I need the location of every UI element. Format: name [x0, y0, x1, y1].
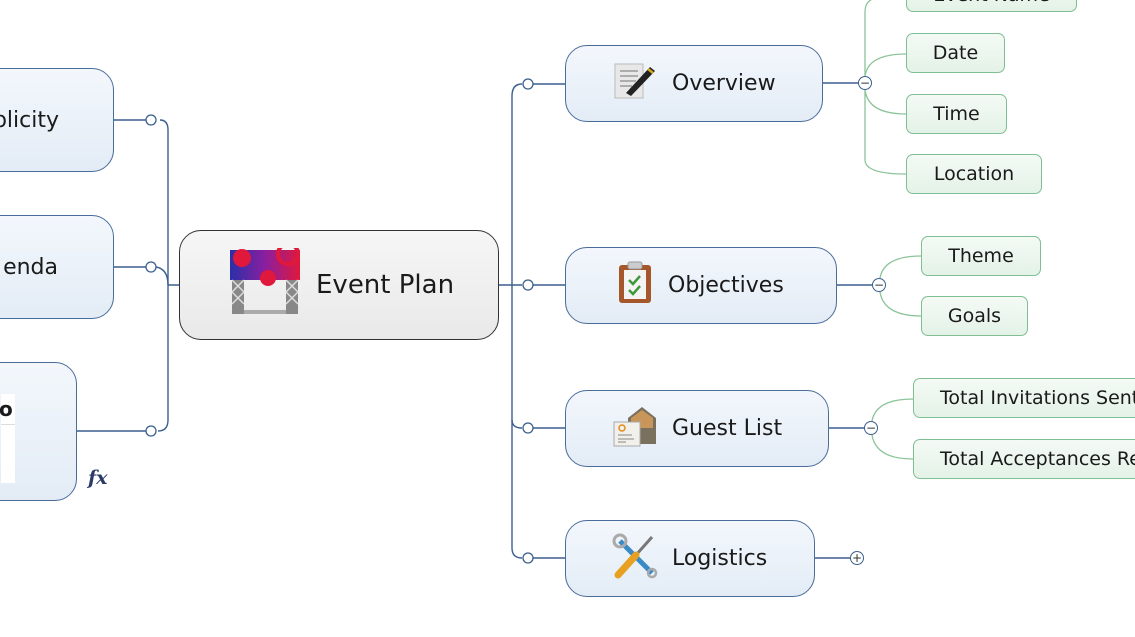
expand-toggle-logistics[interactable]: + [850, 551, 864, 565]
joint-bottom-left [145, 425, 157, 437]
event-stage-icon [228, 241, 302, 323]
subtopic-event-name[interactable]: Event Name [906, 0, 1077, 12]
topic-label: enda [3, 254, 58, 280]
connector-right-trunk [499, 83, 523, 559]
joint-objectives [522, 279, 534, 291]
subtopic-date[interactable]: Date [906, 33, 1005, 73]
topic-objectives[interactable]: Objectives [565, 247, 837, 324]
topic-overview[interactable]: Overview [565, 45, 823, 122]
subtopic-label: Total Acceptances Re [940, 448, 1135, 470]
collapse-toggle-objectives[interactable]: − [872, 278, 886, 292]
subtopic-total-acceptances[interactable]: Total Acceptances Re [913, 439, 1135, 479]
subtopic-label: Location [933, 163, 1015, 185]
subtopic-label: Time [933, 103, 980, 125]
topic-bottom-left[interactable]: o [0, 362, 77, 501]
topic-agenda[interactable]: enda [0, 215, 114, 319]
table-cell [1, 425, 15, 483]
collapse-toggle-guest-list[interactable]: − [864, 421, 878, 435]
joint-overview [522, 78, 534, 90]
subtopic-theme[interactable]: Theme [921, 236, 1041, 276]
subtopic-label: Date [932, 42, 979, 64]
topic-guest-list[interactable]: Guest List [565, 390, 829, 467]
subtopic-label: Total Invitations Sent [940, 387, 1135, 409]
subtopic-goals[interactable]: Goals [921, 296, 1028, 336]
central-topic-label: Event Plan [316, 270, 455, 300]
topic-logistics[interactable]: Logistics [565, 520, 815, 597]
envelope-card-icon [612, 404, 658, 454]
subtopic-location[interactable]: Location [906, 154, 1042, 194]
subtopic-total-invitations-sent[interactable]: Total Invitations Sent [913, 378, 1135, 418]
topic-label: Logistics [672, 546, 768, 571]
topic-publicity[interactable]: blicity [0, 68, 114, 172]
joint-agenda [145, 261, 157, 273]
subtopic-label: Goals [947, 305, 1002, 327]
subtopic-label: Theme [948, 245, 1014, 267]
joint-guestlist [522, 422, 534, 434]
clipboard-check-icon [616, 261, 654, 311]
subtopic-time[interactable]: Time [906, 94, 1007, 134]
connector-agenda [114, 266, 169, 286]
formula-icon[interactable]: fx [88, 467, 108, 489]
joint-publicity [145, 114, 157, 126]
document-pen-icon [612, 61, 658, 107]
sub-connector-overview [864, 0, 907, 175]
sub-connector-objectives [879, 255, 922, 317]
topic-label: Objectives [668, 273, 784, 298]
tools-icon [612, 533, 658, 585]
joint-logistics [522, 552, 534, 564]
subtopic-label: Event Name [933, 0, 1050, 6]
topic-label: Guest List [672, 416, 783, 441]
collapse-toggle-overview[interactable]: − [858, 76, 872, 90]
topic-label: blicity [0, 107, 59, 133]
central-topic[interactable]: Event Plan [179, 230, 499, 340]
topic-label: Overview [672, 71, 776, 96]
topic-label: o [0, 397, 13, 421]
connector-guestlist [511, 419, 565, 429]
sub-connector-guestlist [871, 398, 914, 460]
connector-left-trunk [157, 119, 180, 432]
